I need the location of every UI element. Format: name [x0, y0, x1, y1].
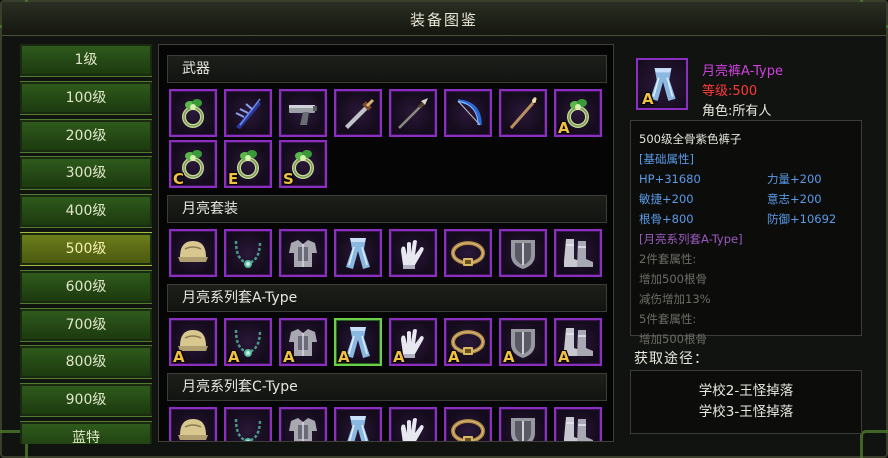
type-badge: A [448, 348, 460, 366]
type-badge: A [642, 90, 654, 108]
equipment-slot[interactable] [169, 407, 217, 441]
equipment-slot[interactable]: A [169, 318, 217, 366]
item-description: 500级全骨紫色裤子 [639, 132, 742, 146]
title-bar: 装备图鉴 [2, 2, 886, 36]
level-sidebar: 1级 100级 200级 300级 400级 500级 600级 700级 800级 900级 蓝特 [20, 44, 152, 444]
source-title: 获取途径： [634, 351, 709, 367]
equipment-slot[interactable] [444, 229, 492, 277]
item-level: 等级:500 [702, 84, 758, 99]
equipment-slot[interactable] [444, 89, 492, 137]
level-button[interactable]: 900级 [20, 383, 152, 418]
equipment-slot[interactable] [389, 407, 437, 441]
equipment-slot[interactable] [334, 229, 382, 277]
type-badge: A [558, 348, 570, 366]
type-badge: E [228, 170, 239, 188]
attr-value: 根骨+800 [639, 212, 694, 226]
equipment-codex-window: 装备图鉴 1级 100级 200级 300级 400级 500级 600级 700级 800级 9… [0, 0, 888, 458]
attr-value: 意志+200 [767, 192, 822, 206]
type-badge: A [283, 348, 295, 366]
equipment-slot[interactable] [389, 89, 437, 137]
level-button[interactable]: 400级 [20, 194, 152, 229]
section-header: 月亮系列套C-Type [167, 373, 607, 401]
set-bonus-line: 2件套属性: [639, 252, 697, 266]
equipment-slot[interactable] [224, 89, 272, 137]
equipment-slot[interactable]: A [389, 318, 437, 366]
equipment-slot[interactable]: A [499, 318, 547, 366]
equipment-slot[interactable] [554, 229, 602, 277]
equipment-slot[interactable]: A [334, 318, 382, 366]
attr-value: 防御+10692 [767, 212, 837, 226]
equipment-slot[interactable]: A [444, 318, 492, 366]
equipment-slot[interactable]: C [169, 140, 217, 188]
window-title: 装备图鉴 [409, 11, 478, 29]
item-name: 月亮裤A-Type [702, 64, 783, 79]
equipment-slot[interactable] [554, 407, 602, 441]
equipment-slot[interactable]: S [279, 140, 327, 188]
level-button[interactable]: 100级 [20, 80, 152, 115]
section-header: 月亮系列套A-Type [167, 284, 607, 312]
equipment-slot[interactable] [224, 229, 272, 277]
set-bonus-line: 增加500根骨 [639, 332, 707, 346]
item-detail-panel: A 月亮裤A-Type 等级:500 角色:所有人 500级全骨紫色裤子 [基础… [622, 44, 872, 442]
source-list: 学校2-王怪掉落 学校3-王怪掉落 [630, 370, 862, 434]
type-badge: C [173, 170, 185, 188]
item-stats: 500级全骨紫色裤子 [基础属性] HP+31680 力量+200 敏捷+200 意志… [630, 120, 862, 346]
equipment-slot[interactable] [169, 229, 217, 277]
level-button[interactable]: 300级 [20, 156, 152, 191]
attr-row: 敏捷+200 意志+200 [639, 189, 855, 209]
level-button[interactable]: 500级 [20, 231, 152, 266]
equipment-slot[interactable]: A [554, 318, 602, 366]
level-button[interactable]: 600级 [20, 269, 152, 304]
type-badge: S [283, 170, 294, 188]
set-bonus-line: 增加500根骨 [639, 272, 707, 286]
base-attr-label: [基础属性] [639, 152, 694, 166]
equipment-slot[interactable] [279, 229, 327, 277]
equipment-slot[interactable] [499, 89, 547, 137]
attr-value: 敏捷+200 [639, 192, 694, 206]
equipment-slot[interactable] [389, 229, 437, 277]
equipment-slot[interactable] [499, 407, 547, 441]
equipment-slot[interactable]: A [224, 318, 272, 366]
type-badge: A [558, 119, 570, 137]
set-bonus-line: 减伤增加13% [639, 292, 711, 306]
equipment-slot[interactable] [169, 89, 217, 137]
level-button[interactable]: 蓝特 [20, 420, 152, 444]
level-button[interactable]: 200级 [20, 118, 152, 153]
equipment-slot[interactable]: A [279, 318, 327, 366]
source-entry: 学校2-王怪掉落 [698, 383, 794, 399]
item-header: A 月亮裤A-Type 等级:500 角色:所有人 [630, 52, 862, 119]
attr-value: HP+31680 [639, 172, 701, 186]
source-entry: 学校3-王怪掉落 [698, 404, 794, 420]
set-name: [月亮系列套A-Type] [639, 232, 743, 246]
equipment-slot[interactable] [499, 229, 547, 277]
equipment-catalog[interactable]: 武器 A C E S 月亮套装月亮系列套A-Type A A A A A A A A 月亮系列套C-Type [158, 44, 614, 442]
section-header: 月亮套装 [167, 195, 607, 223]
attr-row: 根骨+800 防御+10692 [639, 209, 855, 229]
equipment-slot[interactable] [279, 407, 327, 441]
item-role: 角色:所有人 [702, 104, 772, 119]
equipment-slot[interactable] [444, 407, 492, 441]
level-button[interactable]: 1级 [20, 44, 152, 77]
equipment-slot[interactable] [334, 407, 382, 441]
selected-item-icon: A [636, 58, 688, 110]
section-header: 武器 [167, 55, 607, 83]
equipment-slot[interactable] [334, 89, 382, 137]
type-badge: A [393, 348, 405, 366]
equipment-slot[interactable]: E [224, 140, 272, 188]
equipment-slot[interactable] [279, 89, 327, 137]
type-badge: A [228, 348, 240, 366]
type-badge: A [173, 348, 185, 366]
type-badge: A [338, 348, 350, 366]
equipment-slot[interactable] [224, 407, 272, 441]
attr-row: HP+31680 力量+200 [639, 169, 855, 189]
level-button[interactable]: 800级 [20, 345, 152, 380]
level-button[interactable]: 700级 [20, 307, 152, 342]
attr-value: 力量+200 [767, 172, 822, 186]
set-bonus-line: 5件套属性: [639, 312, 697, 326]
equipment-slot[interactable]: A [554, 89, 602, 137]
type-badge: A [503, 348, 515, 366]
